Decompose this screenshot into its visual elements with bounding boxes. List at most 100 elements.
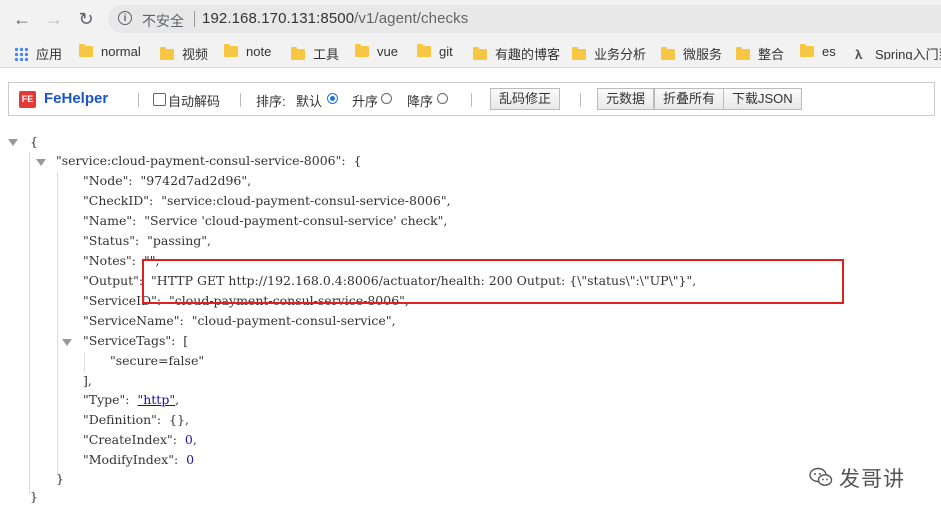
- watermark: 发哥讲: [809, 463, 937, 493]
- bookmark-label: 业务分析: [594, 47, 647, 62]
- fehelper-toolbar: FE FeHelper 自动解码 排序: 默认 升序 降序 乱码修正 元数据 折…: [8, 82, 935, 116]
- url-text[interactable]: 192.168.170.131:8500/v1/agent/checks: [202, 10, 468, 27]
- bookmark-video[interactable]: 视频: [160, 44, 209, 62]
- collapse-servicetags-icon[interactable]: [62, 339, 72, 346]
- toolbar-divider: [240, 93, 241, 107]
- json-service-close: }: [56, 471, 64, 486]
- bookmark-tools[interactable]: 工具: [291, 44, 340, 62]
- type-value-link[interactable]: "http": [137, 392, 175, 407]
- bookmark-es[interactable]: es: [800, 44, 836, 60]
- bookmark-label: 应用: [36, 47, 63, 62]
- highlight-box: [142, 259, 844, 304]
- bookmark-apps[interactable]: 应用: [14, 44, 63, 62]
- auto-decode-label: 自动解码: [168, 94, 221, 109]
- folder-icon: [417, 44, 431, 57]
- json-checkid-line: "CheckID": "service:cloud-payment-consul…: [83, 193, 451, 208]
- bookmark-microservices[interactable]: 微服务: [661, 44, 723, 62]
- service-open-brace: {: [353, 153, 362, 168]
- json-type-line: "Type": "http",: [83, 392, 179, 407]
- json-name-line: "Name": "Service 'cloud-payment-consul-s…: [83, 213, 448, 228]
- folder-icon: [736, 47, 750, 60]
- bookmark-label: 工具: [313, 47, 340, 62]
- metadata-button[interactable]: 元数据: [597, 88, 655, 110]
- bookmark-label: 整合: [758, 47, 785, 62]
- omnibox[interactable]: i 不安全 192.168.170.131:8500/v1/agent/chec…: [108, 5, 941, 33]
- bookmarks-bar: 应用 normal 视频 note 工具 vue git 有趣的博客 业务分析 …: [0, 37, 941, 68]
- json-createindex-line: "CreateIndex": 0,: [83, 432, 197, 447]
- sort-default-radio[interactable]: [327, 93, 338, 104]
- bookmark-label: git: [439, 44, 453, 59]
- bookmark-label: 有趣的博客: [495, 47, 561, 62]
- fix-garbled-button[interactable]: 乱码修正: [490, 88, 561, 110]
- bookmark-normal[interactable]: normal: [79, 44, 141, 60]
- modifyindex-key: "ModifyIndex":: [83, 452, 187, 467]
- folder-icon: [572, 47, 586, 60]
- bookmark-label: es: [822, 44, 836, 59]
- indent-guide: [84, 352, 85, 372]
- spring-icon: 𝛌: [855, 47, 863, 61]
- collapse-root-icon[interactable]: [8, 139, 18, 146]
- json-node-line: "Node": "9742d7ad2d96",: [83, 173, 252, 188]
- bookmark-label: normal: [101, 44, 141, 59]
- sort-label: 排序:: [256, 94, 286, 109]
- folder-icon: [79, 44, 93, 57]
- modifyindex-value: 0: [186, 452, 195, 467]
- fehelper-logo-icon: FE: [19, 91, 36, 108]
- forward-arrow-icon[interactable]: →: [44, 9, 64, 29]
- json-servicetags-close: ],: [83, 373, 92, 388]
- createindex-value: 0: [184, 432, 193, 447]
- createindex-comma: ,: [192, 432, 197, 447]
- watermark-text: 发哥讲: [839, 467, 905, 491]
- bookmark-integration[interactable]: 整合: [736, 44, 785, 62]
- bookmark-spring[interactable]: 𝛌 Spring入门到: [855, 44, 941, 60]
- wechat-icon: [809, 467, 833, 486]
- bookmark-vue[interactable]: vue: [355, 44, 398, 60]
- json-servicename-line: "ServiceName": "cloud-payment-consul-ser…: [83, 313, 396, 328]
- bookmark-blogs[interactable]: 有趣的博客: [473, 44, 561, 62]
- indent-guide: [57, 172, 58, 474]
- bookmark-label: 视频: [182, 47, 209, 62]
- servicetags-key: "ServiceTags":: [83, 333, 176, 348]
- folder-icon: [160, 47, 174, 60]
- indent-guide: [29, 152, 30, 494]
- json-modifyindex-line: "ModifyIndex": 0: [83, 452, 194, 467]
- folder-icon: [661, 47, 675, 60]
- folder-icon: [800, 44, 814, 57]
- info-icon[interactable]: i: [118, 11, 132, 25]
- collapse-all-button[interactable]: 折叠所有: [654, 88, 725, 110]
- type-key: "Type":: [83, 392, 138, 407]
- toolbar-divider: [138, 93, 139, 107]
- fehelper-title[interactable]: FeHelper: [44, 90, 108, 107]
- bookmark-label: vue: [377, 44, 398, 59]
- servicetags-open: [: [183, 333, 189, 348]
- url-host: 192.168.170.131:8500: [202, 10, 355, 27]
- sort-desc-label: 降序: [407, 94, 434, 109]
- folder-icon: [291, 47, 305, 60]
- bookmark-label: 微服务: [683, 47, 723, 62]
- json-status-line: "Status": "passing",: [83, 233, 211, 248]
- auto-decode-checkbox[interactable]: [153, 93, 166, 106]
- bookmark-note[interactable]: note: [224, 44, 271, 60]
- sort-desc-radio[interactable]: [437, 93, 448, 104]
- createindex-key: "CreateIndex":: [83, 432, 185, 447]
- json-root-close: }: [30, 489, 38, 504]
- back-arrow-icon[interactable]: ←: [12, 9, 32, 29]
- folder-icon: [224, 44, 238, 57]
- json-viewer: { "service:cloud-payment-consul-service-…: [0, 126, 941, 518]
- sort-asc-radio[interactable]: [381, 93, 392, 104]
- download-json-button[interactable]: 下载JSON: [723, 88, 802, 110]
- sort-asc-label: 升序: [352, 94, 379, 109]
- folder-icon: [473, 47, 487, 60]
- bookmark-label: note: [246, 44, 272, 59]
- folder-icon: [355, 44, 369, 57]
- json-service-key: "service:cloud-payment-consul-service-80…: [56, 153, 361, 168]
- json-tag-line: "secure=false": [110, 353, 205, 368]
- collapse-service-icon[interactable]: [36, 159, 46, 166]
- type-comma: ,: [175, 392, 180, 407]
- reload-icon[interactable]: ↻: [76, 9, 96, 29]
- toolbar-divider: [471, 93, 472, 107]
- url-path: /v1/agent/checks: [354, 10, 469, 27]
- json-definition-line: "Definition": {},: [83, 412, 189, 427]
- bookmark-git[interactable]: git: [417, 44, 453, 60]
- bookmark-business[interactable]: 业务分析: [572, 44, 647, 62]
